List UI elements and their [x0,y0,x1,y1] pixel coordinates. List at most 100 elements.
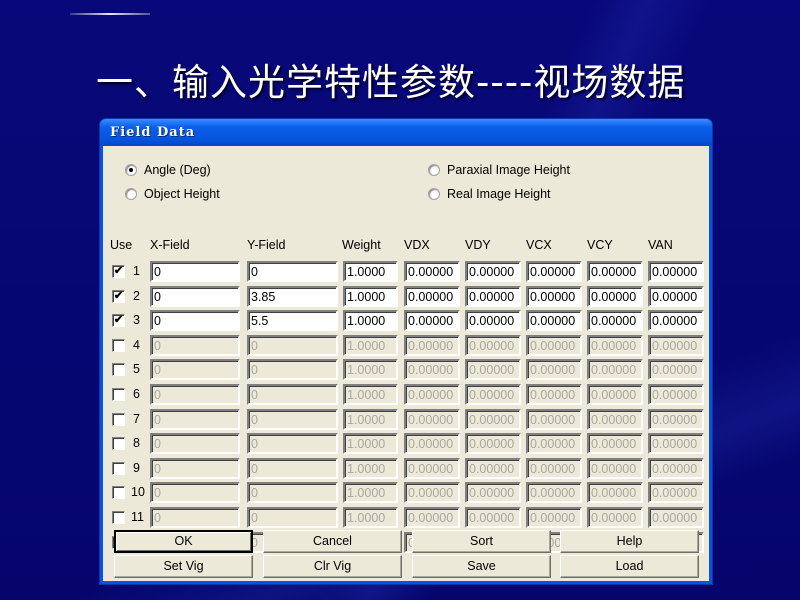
y-input[interactable]: 0 [247,457,338,479]
radio-button[interactable] [428,188,440,200]
weight-input[interactable]: 1.0000 [343,310,398,332]
use-checkbox[interactable]: ✔ [112,289,125,303]
radio-angle[interactable]: Angle (Deg) [125,163,211,177]
radio-button[interactable] [125,164,137,176]
x-input[interactable]: 0 [150,457,240,479]
van-input[interactable]: 0.00000 [648,384,704,405]
vcx-input[interactable]: 0.00000 [526,507,582,528]
vcy-input[interactable]: 0.00000 [587,482,643,504]
x-input[interactable]: 0 [150,261,240,282]
vcy-input[interactable]: 0.00000 [587,334,643,356]
save-button[interactable]: Save [412,555,551,578]
x-input[interactable]: 0 [150,310,240,332]
vdx-input[interactable]: 0.00000 [404,359,460,381]
van-input[interactable]: 0.00000 [648,310,704,332]
weight-input[interactable]: 1.0000 [343,408,398,430]
radio-object-height[interactable]: Object Height [125,187,220,201]
use-checkbox[interactable]: ✔ [112,265,125,278]
van-input[interactable]: 0.00000 [648,457,704,479]
vcy-input[interactable]: 0.00000 [587,384,643,405]
vcx-input[interactable]: 0.00000 [526,285,582,307]
weight-input[interactable]: 1.0000 [343,507,398,528]
dialog-titlebar[interactable]: Field Data [100,119,712,146]
vdy-input[interactable]: 0.00000 [465,408,521,430]
weight-input[interactable]: 1.0000 [343,482,398,504]
vcx-input[interactable]: 0.00000 [526,482,582,504]
vdy-input[interactable]: 0.00000 [465,334,521,356]
van-input[interactable]: 0.00000 [648,408,704,430]
y-input[interactable]: 5.5 [247,310,338,332]
vdy-input[interactable]: 0.00000 [465,310,521,332]
vdx-input[interactable]: 0.00000 [404,433,460,455]
y-input[interactable]: 0 [247,507,338,528]
vdy-input[interactable]: 0.00000 [465,457,521,479]
use-checkbox[interactable] [112,388,125,401]
vcx-input[interactable]: 0.00000 [526,359,582,381]
x-input[interactable]: 0 [150,408,240,430]
use-checkbox[interactable] [112,412,125,426]
vdx-input[interactable]: 0.00000 [404,285,460,307]
y-input[interactable]: 0 [247,433,338,455]
use-checkbox[interactable]: ✔ [112,314,125,328]
vdy-input[interactable]: 0.00000 [465,359,521,381]
vcx-input[interactable]: 0.00000 [526,408,582,430]
use-checkbox[interactable] [112,511,125,524]
vcy-input[interactable]: 0.00000 [587,457,643,479]
clr-vig-button[interactable]: Clr Vig [263,555,402,578]
x-input[interactable]: 0 [150,482,240,504]
vcx-input[interactable]: 0.00000 [526,334,582,356]
y-input[interactable]: 0 [247,384,338,405]
vcx-input[interactable]: 0.00000 [526,433,582,455]
van-input[interactable]: 0.00000 [648,359,704,381]
vcy-input[interactable]: 0.00000 [587,261,643,282]
weight-input[interactable]: 1.0000 [343,433,398,455]
vcy-input[interactable]: 0.00000 [587,507,643,528]
weight-input[interactable]: 1.0000 [343,457,398,479]
weight-input[interactable]: 1.0000 [343,384,398,405]
vdx-input[interactable]: 0.00000 [404,384,460,405]
van-input[interactable]: 0.00000 [648,261,704,282]
van-input[interactable]: 0.00000 [648,482,704,504]
y-input[interactable]: 0 [247,359,338,381]
vdy-input[interactable]: 0.00000 [465,261,521,282]
x-input[interactable]: 0 [150,359,240,381]
radio-paraxial-image-height[interactable]: Paraxial Image Height [428,163,570,177]
vcx-input[interactable]: 0.00000 [526,310,582,332]
vcy-input[interactable]: 0.00000 [587,359,643,381]
y-input[interactable]: 0 [247,482,338,504]
vdx-input[interactable]: 0.00000 [404,408,460,430]
van-input[interactable]: 0.00000 [648,285,704,307]
weight-input[interactable]: 1.0000 [343,261,398,282]
cancel-button[interactable]: Cancel [263,530,402,553]
vcx-input[interactable]: 0.00000 [526,457,582,479]
sort-button[interactable]: Sort [412,530,551,553]
vdy-input[interactable]: 0.00000 [465,285,521,307]
x-input[interactable]: 0 [150,285,240,307]
set-vig-button[interactable]: Set Vig [114,555,253,578]
vdx-input[interactable]: 0.00000 [404,261,460,282]
vcy-input[interactable]: 0.00000 [587,408,643,430]
radio-real-image-height[interactable]: Real Image Height [428,187,551,201]
weight-input[interactable]: 1.0000 [343,359,398,381]
radio-button[interactable] [428,164,440,176]
load-button[interactable]: Load [560,555,699,578]
van-input[interactable]: 0.00000 [648,334,704,356]
y-input[interactable]: 3.85 [247,285,338,307]
vdy-input[interactable]: 0.00000 [465,482,521,504]
vdy-input[interactable]: 0.00000 [465,507,521,528]
van-input[interactable]: 0.00000 [648,433,704,455]
use-checkbox[interactable] [112,461,125,475]
y-input[interactable]: 0 [247,334,338,356]
vdx-input[interactable]: 0.00000 [404,482,460,504]
vdy-input[interactable]: 0.00000 [465,433,521,455]
use-checkbox[interactable] [112,486,125,500]
radio-button[interactable] [125,188,137,200]
x-input[interactable]: 0 [150,334,240,356]
vdx-input[interactable]: 0.00000 [404,310,460,332]
x-input[interactable]: 0 [150,384,240,405]
use-checkbox[interactable] [112,363,125,377]
x-input[interactable]: 0 [150,507,240,528]
y-input[interactable]: 0 [247,261,338,282]
vdx-input[interactable]: 0.00000 [404,507,460,528]
vdx-input[interactable]: 0.00000 [404,334,460,356]
